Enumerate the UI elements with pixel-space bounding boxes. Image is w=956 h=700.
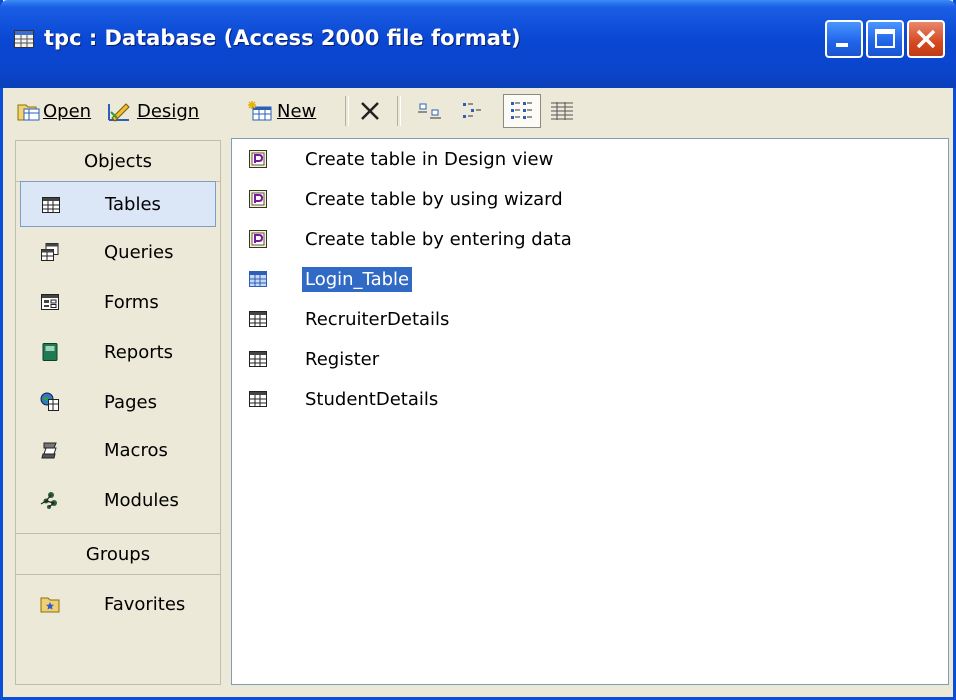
close-button[interactable] xyxy=(907,20,945,58)
list-item-label: Create table by using wizard xyxy=(305,188,563,210)
delete-icon xyxy=(361,102,379,120)
table-icon xyxy=(249,391,267,407)
favorites-folder-icon xyxy=(40,597,60,613)
shortcut-icon xyxy=(249,190,267,208)
list-item-label: StudentDetails xyxy=(305,388,439,410)
table-icon xyxy=(249,271,267,287)
sidebar-item-favorites[interactable]: Favorites xyxy=(20,581,216,627)
report-icon xyxy=(42,343,58,361)
query-icon xyxy=(41,243,59,261)
sidebar-item-queries[interactable]: Queries xyxy=(20,229,216,275)
maximize-button[interactable] xyxy=(866,20,904,58)
sidebar-item-macros[interactable]: Macros xyxy=(20,427,216,473)
sidebar-item-label: Pages xyxy=(104,391,157,413)
sidebar-item-label: Tables xyxy=(105,193,161,215)
window-bottom-border xyxy=(3,690,953,697)
open-button[interactable]: Open xyxy=(17,96,91,126)
title-bar[interactable]: tpc : Database (Access 2000 file format) xyxy=(0,0,956,88)
list-item-label: Create table by entering data xyxy=(305,228,572,250)
module-icon xyxy=(40,492,57,509)
sidebar-item-tables[interactable]: Tables xyxy=(20,181,216,227)
macro-icon xyxy=(41,442,57,459)
database-window: tpc : Database (Access 2000 file format)… xyxy=(0,0,956,700)
small-icons-icon xyxy=(463,103,481,118)
sidebar-item-modules[interactable]: Modules xyxy=(20,477,216,523)
table-icon xyxy=(42,197,60,213)
form-icon xyxy=(41,294,59,310)
sidebar-item-label: Macros xyxy=(104,439,168,461)
list-view-button[interactable] xyxy=(503,94,541,128)
small-icons-button[interactable] xyxy=(461,96,487,126)
delete-button[interactable] xyxy=(359,96,381,126)
sidebar-item-label: Modules xyxy=(104,489,179,511)
toolbar: Open Design New xyxy=(3,88,953,134)
design-label: Design xyxy=(137,100,200,122)
list-view-icon xyxy=(511,102,532,119)
maximize-icon xyxy=(875,29,895,48)
new-label: New xyxy=(277,100,317,122)
shortcut-icon xyxy=(249,150,267,168)
page-icon xyxy=(40,392,59,411)
sidebar-item-label: Queries xyxy=(104,241,174,263)
large-icons-button[interactable] xyxy=(417,96,445,126)
window-title: tpc : Database (Access 2000 file format) xyxy=(44,26,521,50)
design-icon xyxy=(108,103,130,122)
close-icon xyxy=(916,29,936,49)
sidebar-item-pages[interactable]: Pages xyxy=(20,379,216,425)
list-item-label: Create table in Design view xyxy=(305,148,554,170)
objects-bar: Objects Tables Queries Forms Reports Pag… xyxy=(15,140,221,685)
sidebar-item-label: Favorites xyxy=(104,593,186,615)
table-icon xyxy=(249,351,267,367)
table-icon xyxy=(249,311,267,327)
large-icons-icon xyxy=(418,103,441,119)
sidebar-item-reports[interactable]: Reports xyxy=(20,329,216,375)
database-icon xyxy=(14,30,34,48)
details-view-icon xyxy=(551,102,573,120)
objects-header[interactable]: Objects xyxy=(16,141,220,182)
shortcut-icon xyxy=(249,230,267,248)
list-item-label: RecruiterDetails xyxy=(305,308,450,330)
minimize-button[interactable] xyxy=(825,20,863,58)
open-icon xyxy=(17,104,40,121)
groups-header[interactable]: Groups xyxy=(16,533,220,575)
list-item-label: Register xyxy=(305,348,380,370)
new-button[interactable]: New xyxy=(247,96,316,126)
sidebar-item-forms[interactable]: Forms xyxy=(20,279,216,325)
toolbar-separator xyxy=(397,96,401,126)
open-label: Open xyxy=(43,100,92,122)
sidebar-item-label: Forms xyxy=(104,291,159,313)
new-table-icon xyxy=(248,101,272,121)
list-item-label: Login_Table xyxy=(300,265,414,293)
object-list: Create table in Design view Create table… xyxy=(231,138,949,685)
toolbar-separator xyxy=(345,96,349,126)
sidebar-item-label: Reports xyxy=(104,341,174,363)
minimize-icon xyxy=(836,43,848,47)
design-button[interactable]: Design xyxy=(107,96,199,126)
details-view-button[interactable] xyxy=(549,96,575,126)
